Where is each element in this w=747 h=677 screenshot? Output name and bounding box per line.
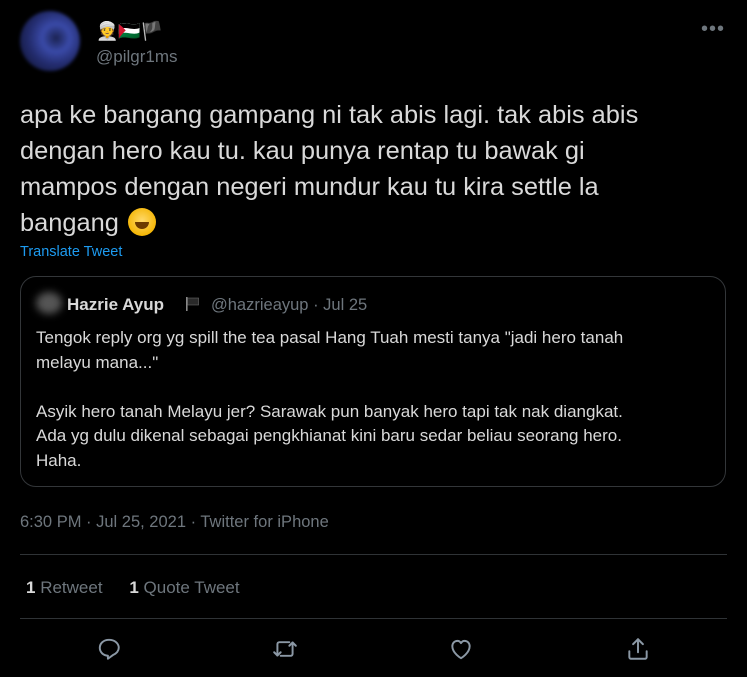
share-icon (628, 638, 648, 660)
quotes-count: 1 (129, 578, 139, 597)
reply-icon (98, 638, 120, 660)
retweet-icon (273, 641, 297, 657)
divider (20, 554, 727, 555)
quote-tweets-stat[interactable]: 1 Quote Tweet (129, 578, 239, 597)
translate-tweet-link[interactable]: Translate Tweet (20, 244, 122, 260)
tweet-body: apa ke bangang gampang ni tak abis lagi.… (20, 101, 639, 237)
tweet-timestamp[interactable]: 6:30 PM · Jul 25, 2021 · Twitter for iPh… (20, 513, 329, 532)
more-options-icon[interactable]: ••• (701, 18, 725, 41)
black-flag-icon (186, 297, 199, 311)
quoted-separator: · (313, 296, 319, 314)
tweet-text: apa ke bangang gampang ni tak abis lagi.… (20, 97, 730, 241)
quoted-meta: @hazrieayup · Jul 25 (211, 296, 367, 315)
quoted-tweet[interactable]: Hazrie Ayup @hazrieayup · Jul 25 Tengok … (20, 276, 726, 487)
quoted-date: Jul 25 (323, 296, 368, 314)
divider (20, 618, 727, 619)
share-button[interactable] (625, 636, 651, 662)
quoted-author-name: Hazrie Ayup (67, 295, 164, 314)
retweet-button[interactable] (272, 636, 298, 662)
display-name-emojis: 👳🇵🇸🏴 (96, 21, 164, 41)
like-icon (451, 639, 471, 660)
tweet-stats: 1 Retweet 1 Quote Tweet (26, 578, 262, 598)
retweets-count: 1 (26, 578, 36, 597)
quoted-text: Tengok reply org yg spill the tea pasal … (36, 328, 624, 470)
quotes-label: Quote Tweet (143, 578, 240, 597)
like-button[interactable] (448, 636, 474, 662)
retweets-stat[interactable]: 1 Retweet (26, 578, 103, 597)
quoted-handle: @hazrieayup (211, 296, 309, 314)
quoted-avatar (36, 292, 62, 314)
retweets-label: Retweet (40, 578, 103, 597)
author-handle[interactable]: @pilgr1ms (96, 47, 178, 67)
rolling-laughing-emoji-icon (127, 208, 156, 236)
avatar[interactable] (20, 11, 80, 71)
display-name[interactable]: 👳🇵🇸🏴 (96, 21, 163, 41)
reply-button[interactable] (96, 636, 122, 662)
